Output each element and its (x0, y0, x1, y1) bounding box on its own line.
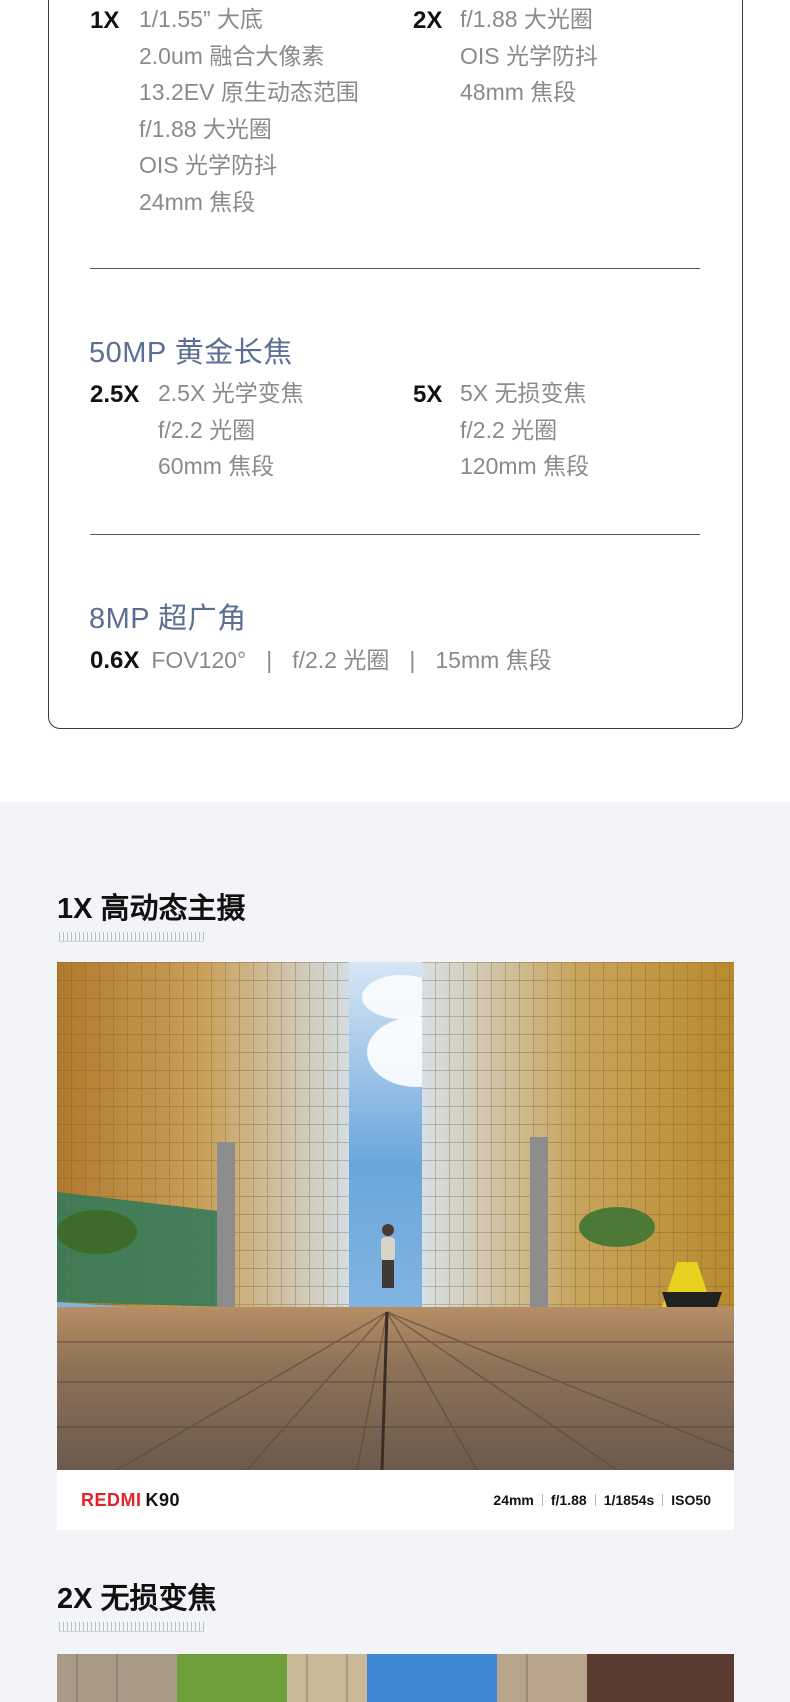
spec-line: f/1.88 大光圈 (460, 6, 593, 32)
spec-fov: FOV120° (151, 647, 247, 673)
ultrawide-title: 8MP 超广角 (89, 603, 247, 635)
spec-line: OIS 光学防抖 (139, 152, 278, 178)
spec-line: f/2.2 光圈 (158, 416, 256, 443)
spec-line: 120mm 焦段 (460, 453, 590, 479)
tele-5x-spec-list: 5X 无损变焦 f/2.2 光圈 120mm 焦段 (460, 375, 589, 485)
spec-line: f/1.88 大光圈 (139, 115, 272, 142)
camera-spec-card: 1X 1/1.55” 大底 2.0um 融合大像素 13.2EV 原生动态范围 … (48, 0, 743, 729)
main-1x-spec-list: 1/1.55” 大底 2.0um 融合大像素 13.2EV 原生动态范围 f/1… (139, 1, 359, 220)
exif-shutter: 1/1854s (603, 1492, 655, 1508)
sample-photo-street[interactable] (57, 962, 734, 1470)
spec-line: 13.2EV 原生动态范围 (139, 79, 359, 105)
spec-separator: | (266, 647, 273, 673)
telephoto-title: 50MP 黄金长焦 (89, 337, 293, 369)
spec-line: 2.0um 融合大像素 (139, 42, 325, 69)
spec-line: 5X 无损变焦 (460, 380, 587, 406)
spec-focal: 15mm 焦段 (435, 647, 552, 673)
ruler-decoration (59, 932, 204, 942)
ultrawide-spec-row: 0.6X FOV120° | f/2.2 光圈 | 15mm 焦段 (90, 641, 552, 675)
zoom-2x-label: 2X (413, 7, 443, 34)
section-title-1x: 1X 高动态主摄 (57, 893, 246, 925)
tele-2-5x-spec-list: 2.5X 光学变焦 f/2.2 光圈 60mm 焦段 (158, 375, 304, 485)
sample-photo-card[interactable]: REDMI K90 24mm f/1.88 1/1854s ISO50 (57, 962, 734, 1530)
exif-separator (594, 1494, 596, 1506)
exif-separator (541, 1494, 543, 1506)
main-2x-spec-list: f/1.88 大光圈 OIS 光学防抖 48mm 焦段 (460, 1, 598, 111)
street-photo-image (57, 962, 734, 1470)
zoom-0-6x-label: 0.6X (90, 647, 140, 674)
spec-line: f/2.2 光圈 (460, 416, 558, 443)
spec-separator: | (409, 647, 416, 673)
section-title-2x: 2X 无损变焦 (57, 1583, 217, 1615)
photo-caption-bar: REDMI K90 24mm f/1.88 1/1854s ISO50 (57, 1470, 734, 1530)
spec-aperture: f/2.2 光圈 (292, 647, 390, 673)
zoom-1x-label: 1X (90, 7, 120, 34)
exif-info: 24mm f/1.88 1/1854s ISO50 (493, 1492, 711, 1508)
brand-logo: REDMI K90 (81, 1490, 180, 1511)
exif-iso: ISO50 (671, 1492, 711, 1508)
model-name: K90 (145, 1489, 181, 1510)
spec-line: 48mm 焦段 (460, 79, 577, 105)
exif-aperture: f/1.88 (550, 1492, 587, 1508)
brand-name: REDMI (81, 1489, 142, 1510)
spec-line: 2.5X 光学变焦 (158, 380, 304, 406)
divider (90, 268, 700, 269)
exif-separator (662, 1494, 664, 1506)
zoom-5x-label: 5X (413, 381, 443, 408)
zoom-2-5x-label: 2.5X (90, 381, 140, 408)
spec-line: OIS 光学防抖 (460, 42, 599, 69)
spec-line: 24mm 焦段 (139, 188, 256, 215)
ruler-decoration (59, 1622, 204, 1632)
street-photo-2x-image (57, 1654, 734, 1702)
exif-focal: 24mm (493, 1492, 534, 1508)
sample-photo-2x[interactable] (57, 1654, 734, 1702)
sample-gallery: 1X 高动态主摄 REDMI K90 24mm f/1.88 1/1854s I… (0, 802, 790, 1702)
spec-line: 1/1.55” 大底 (139, 6, 263, 32)
divider (90, 534, 700, 535)
spec-line: 60mm 焦段 (158, 453, 275, 479)
